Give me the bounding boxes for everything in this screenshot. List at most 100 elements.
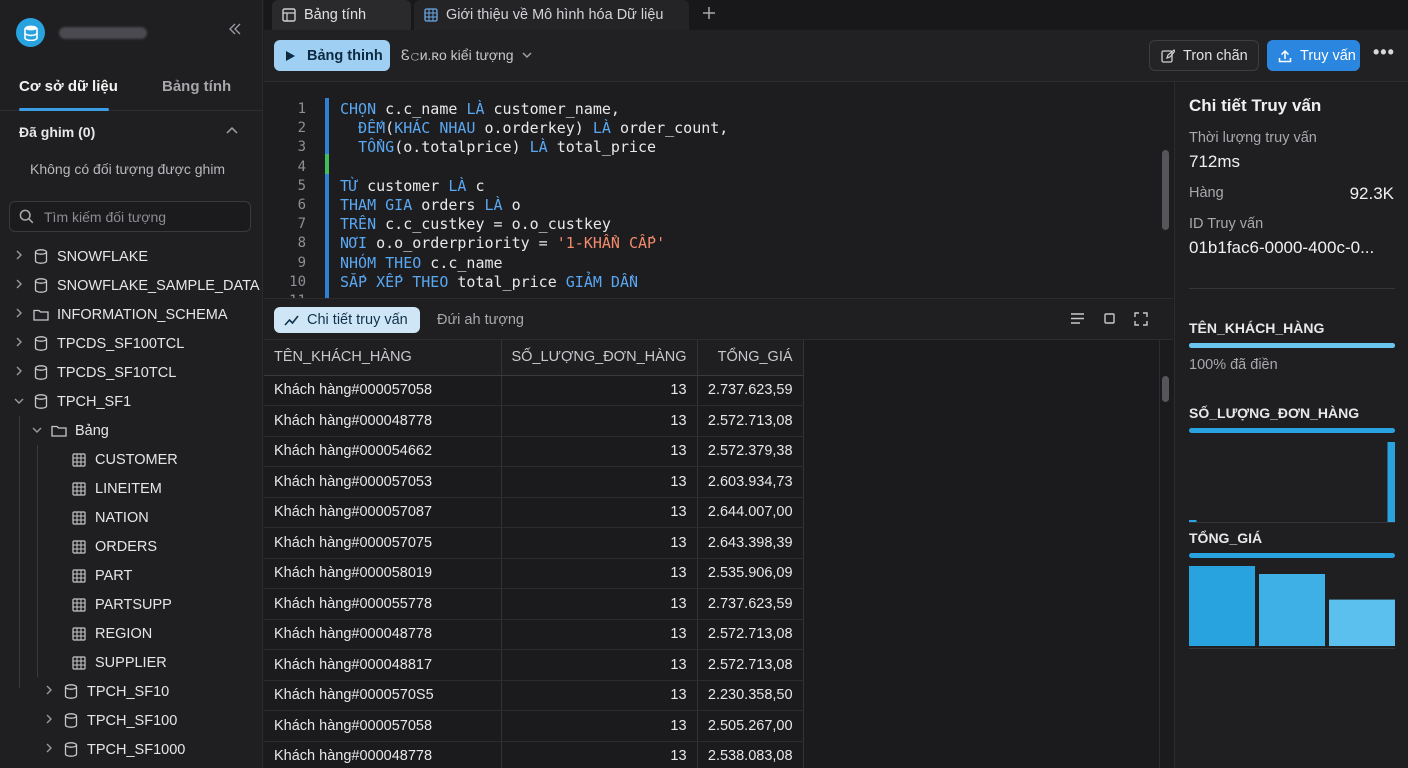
table-row[interactable]: Khách hàng#000048778 13 2.572.713,08 <box>264 405 804 437</box>
table-cell[interactable]: 13 <box>501 375 698 406</box>
expand-icon[interactable] <box>1134 312 1148 329</box>
grid-scrollbar[interactable] <box>1162 376 1169 402</box>
table-cell[interactable]: 13 <box>501 710 698 742</box>
table-cell[interactable]: 13 <box>501 741 698 768</box>
tree-table[interactable]: ORDERS <box>0 532 263 561</box>
pinned-header[interactable]: Đã ghim (0) <box>19 124 95 140</box>
tree-folder-tables[interactable]: Bảng <box>0 416 263 445</box>
table-cell[interactable]: 13 <box>501 466 698 498</box>
table-row[interactable]: Khách hàng#000057053 13 2.603.934,73 <box>264 466 804 498</box>
search-input[interactable] <box>44 207 244 227</box>
tree-table[interactable]: SUPPLIER <box>0 648 263 677</box>
tree-table[interactable]: LINEITEM <box>0 474 263 503</box>
table-cell[interactable]: 2.643.398,39 <box>697 527 804 559</box>
table-cell[interactable]: 2.737.623,59 <box>697 588 804 620</box>
table-row[interactable]: Khách hàng#000057087 13 2.644.007,00 <box>264 497 804 528</box>
table-row[interactable]: Khách hàng#000048817 13 2.572.713,08 <box>264 649 804 681</box>
tab-worksheet[interactable]: Bảng tính <box>272 0 411 30</box>
tree-database[interactable]: SNOWFLAKE <box>0 242 263 271</box>
chevron-right-icon[interactable] <box>13 250 25 263</box>
code-content[interactable]: CHỌN c.c_name LÀ customer_name, ĐẾM(KHÁC… <box>340 100 728 292</box>
tab-objects[interactable]: Đứi ah tượng <box>437 312 524 328</box>
chevron-right-icon[interactable] <box>43 714 55 727</box>
column-list-icon[interactable] <box>1070 312 1085 329</box>
table-row[interactable]: Khách hàng#000057075 13 2.643.398,39 <box>264 527 804 559</box>
table-cell[interactable]: Khách hàng#000057053 <box>264 466 502 498</box>
table-cell[interactable]: 2.572.379,38 <box>697 436 804 467</box>
table-cell[interactable]: Khách hàng#000048778 <box>264 619 502 650</box>
tab-databases[interactable]: Cơ sở dữ liệu <box>19 78 118 95</box>
column-header[interactable]: TỔNG_GIÁ <box>697 340 804 376</box>
run-button[interactable]: Bảng thinh <box>274 40 390 71</box>
chevron-right-icon[interactable] <box>43 743 55 756</box>
table-cell[interactable]: 13 <box>501 436 698 467</box>
table-cell[interactable]: Khách hàng#000048817 <box>264 649 502 681</box>
chevron-up-icon[interactable] <box>226 122 238 137</box>
table-cell[interactable]: 13 <box>501 680 698 711</box>
tree-database[interactable]: TPCDS_SF10TCL <box>0 358 263 387</box>
tab-worksheets[interactable]: Bảng tính <box>162 78 231 95</box>
tree-schema[interactable]: TPCH_SF10 <box>0 677 263 706</box>
column-header[interactable]: SỐ_LƯỢNG_ĐƠN_HÀNG <box>501 340 698 376</box>
tree-table[interactable]: REGION <box>0 619 263 648</box>
tree-database[interactable]: INFORMATION_SCHEMA <box>0 300 263 329</box>
table-cell[interactable]: 2.572.713,08 <box>697 405 804 437</box>
table-cell[interactable]: 2.505.267,00 <box>697 710 804 742</box>
square-icon[interactable] <box>1103 312 1116 329</box>
table-cell[interactable]: 13 <box>501 649 698 681</box>
table-row[interactable]: Khách hàng#000055778 13 2.737.623,59 <box>264 588 804 620</box>
table-row[interactable]: Khách hàng#000054662 13 2.572.379,38 <box>264 436 804 467</box>
table-cell[interactable]: Khách hàng#000048778 <box>264 405 502 437</box>
table-cell[interactable]: 2.737.623,59 <box>697 375 804 406</box>
chevron-right-icon[interactable] <box>13 366 25 379</box>
account-switcher[interactable] <box>16 18 147 47</box>
table-cell[interactable]: 2.230.358,50 <box>697 680 804 711</box>
tree-schema[interactable]: TPCH_SF1000 <box>0 735 263 764</box>
chevron-right-icon[interactable] <box>13 279 25 292</box>
table-cell[interactable]: 13 <box>501 588 698 620</box>
table-row[interactable]: Khách hàng#000057058 13 2.505.267,00 <box>264 710 804 742</box>
chevron-down-icon[interactable] <box>13 396 25 408</box>
context-selector[interactable]: Ꮛ𝚌ᴎ.ʀo kiểi tượng <box>401 47 532 64</box>
table-cell[interactable]: 2.535.906,09 <box>697 558 804 589</box>
chevron-right-icon[interactable] <box>13 308 25 321</box>
table-cell[interactable]: 13 <box>501 619 698 650</box>
tree-database[interactable]: SNOWFLAKE_SAMPLE_DATA <box>0 271 263 300</box>
table-row[interactable]: Khách hàng#000048778 13 2.572.713,08 <box>264 619 804 650</box>
table-cell[interactable]: Khách hàng#000054662 <box>264 436 502 467</box>
table-cell[interactable]: 2.538.083,08 <box>697 741 804 768</box>
tree-table[interactable]: NATION <box>0 503 263 532</box>
table-row[interactable]: Khách hàng#000048778 13 2.538.083,08 <box>264 741 804 768</box>
table-row[interactable]: Khách hàng#000058019 13 2.535.906,09 <box>264 558 804 589</box>
table-row[interactable]: Khách hàng#0000570S5 13 2.230.358,50 <box>264 680 804 711</box>
tab-query-details[interactable]: Chi tiết truy vấn <box>274 307 420 333</box>
tree-table[interactable]: PART <box>0 561 263 590</box>
table-cell[interactable]: 13 <box>501 497 698 528</box>
chevron-right-icon[interactable] <box>43 685 55 698</box>
table-cell[interactable]: 2.644.007,00 <box>697 497 804 528</box>
tree-database[interactable]: TPCH_SF1 <box>0 387 263 416</box>
table-cell[interactable]: Khách hàng#0000570S5 <box>264 680 502 711</box>
table-cell[interactable]: Khách hàng#000057058 <box>264 375 502 406</box>
format-button[interactable]: Tron chãn <box>1149 40 1259 71</box>
tree-schema[interactable]: TPCH_SF100 <box>0 706 263 735</box>
table-cell[interactable]: 13 <box>501 405 698 437</box>
more-options-icon[interactable]: ••• <box>1373 42 1395 63</box>
table-cell[interactable]: Khách hàng#000055778 <box>264 588 502 620</box>
tree-database[interactable]: TPCDS_SF100TCL <box>0 329 263 358</box>
tree-table[interactable]: CUSTOMER <box>0 445 263 474</box>
query-button[interactable]: Truy vấn <box>1267 40 1360 71</box>
table-cell[interactable]: Khách hàng#000057075 <box>264 527 502 559</box>
table-cell[interactable]: 2.603.934,73 <box>697 466 804 498</box>
tab-data-modeling-intro[interactable]: Giới thiệu về Mô hình hóa Dữ liệu <box>414 0 689 30</box>
column-header[interactable]: TÊN_KHÁCH_HÀNG <box>264 340 502 376</box>
table-cell[interactable]: Khách hàng#000058019 <box>264 558 502 589</box>
collapse-sidebar-icon[interactable] <box>228 22 242 40</box>
add-tab-icon[interactable] <box>702 4 716 25</box>
table-cell[interactable]: 13 <box>501 558 698 589</box>
chevron-right-icon[interactable] <box>13 337 25 350</box>
table-row[interactable]: Khách hàng#000057058 13 2.737.623,59 <box>264 375 804 406</box>
table-cell[interactable]: Khách hàng#000048778 <box>264 741 502 768</box>
table-cell[interactable]: Khách hàng#000057058 <box>264 710 502 742</box>
chevron-down-icon[interactable] <box>31 425 43 437</box>
